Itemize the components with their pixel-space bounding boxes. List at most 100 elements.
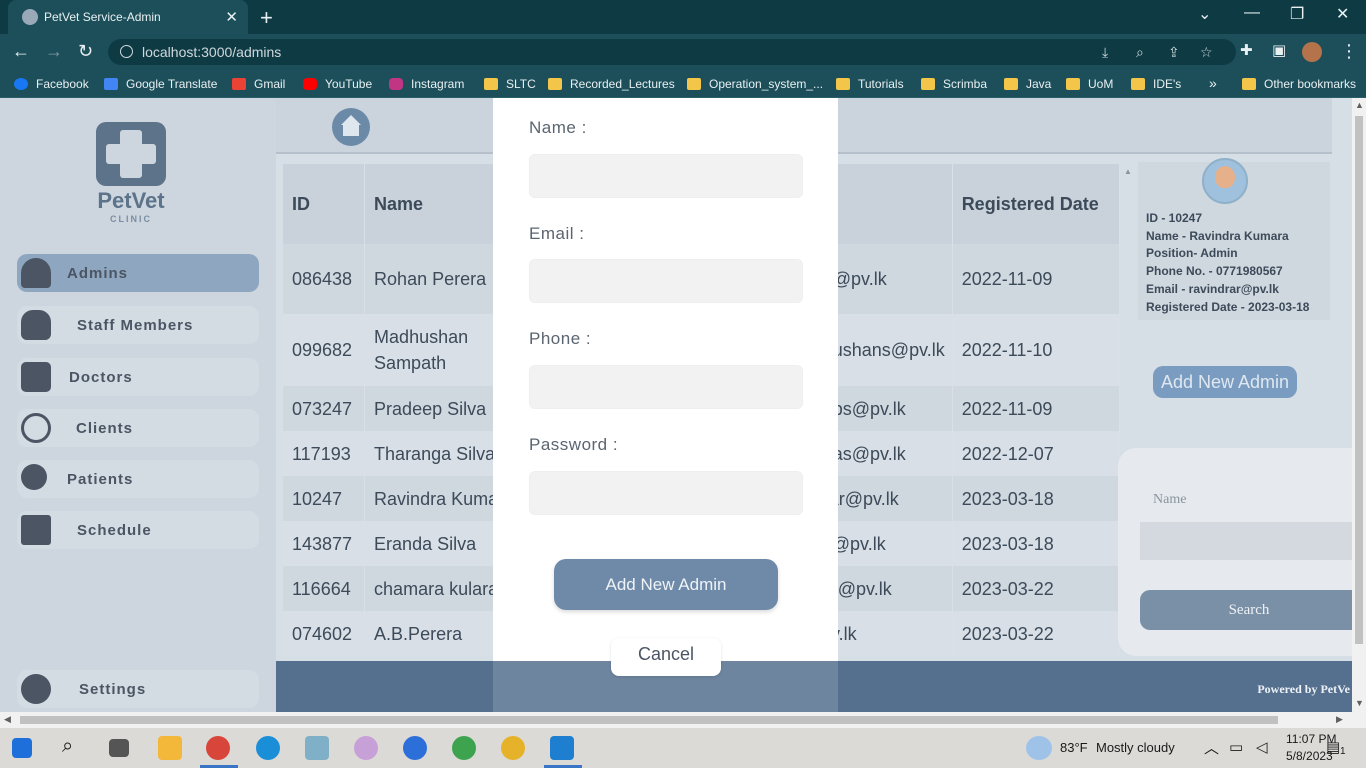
scrollbar-thumb[interactable] [20, 716, 1278, 724]
close-window-icon[interactable]: ✕ [1336, 4, 1349, 24]
scroll-left-icon[interactable]: ◀ [4, 714, 11, 725]
page-horizontal-scrollbar[interactable]: ◀ ▶ [0, 712, 1366, 728]
email-field[interactable] [529, 259, 803, 303]
sidebar-item-staff-members[interactable]: Staff Members [17, 306, 259, 344]
side-panel-icon[interactable]: ▣ [1272, 41, 1286, 59]
scroll-right-icon[interactable]: ▶ [1336, 714, 1343, 725]
restore-icon[interactable]: ❐ [1290, 4, 1304, 24]
bookmark-youtube[interactable]: YouTube [303, 77, 372, 91]
sidebar-item-admins[interactable]: Admins [17, 254, 259, 292]
sidebar-item-patients[interactable]: Patients [17, 460, 259, 498]
bookmark-java[interactable]: Java [1004, 77, 1051, 91]
bookmark-ides[interactable]: IDE's [1131, 77, 1181, 91]
phone-field[interactable] [529, 365, 803, 409]
sidebar-item-schedule[interactable]: Schedule [17, 511, 259, 549]
edge-icon[interactable] [256, 736, 280, 760]
page-vertical-scrollbar[interactable]: ▲ ▼ [1352, 98, 1366, 712]
bookmark-recorded-lectures[interactable]: Recorded_Lectures [548, 77, 675, 91]
cancel-button[interactable]: Cancel [611, 638, 721, 676]
browser-menu-icon[interactable]: ⋮ [1340, 41, 1358, 62]
cell-date: 2023-03-22 [952, 611, 1121, 656]
sidebar-item-label: Schedule [77, 521, 152, 539]
bookmark-uom[interactable]: UoM [1066, 77, 1113, 91]
windows-start-icon[interactable] [12, 738, 32, 758]
browser-tab[interactable]: PetVet Service-Admin ✕ [8, 0, 248, 34]
share-icon[interactable]: ⇪ [1168, 44, 1180, 61]
add-new-admin-button[interactable]: Add New Admin [1153, 366, 1297, 398]
react-favicon-icon [22, 9, 38, 25]
sidebar-item-label: Patients [67, 470, 134, 488]
sidebar-item-clients[interactable]: Clients [17, 409, 259, 447]
scroll-down-icon[interactable]: ▼ [1355, 698, 1364, 708]
weather-description[interactable]: Mostly cloudy [1096, 740, 1175, 755]
bookmark-instagram[interactable]: Instagram [389, 77, 464, 91]
new-tab-icon[interactable]: + [260, 5, 273, 31]
address-bar[interactable]: localhost:3000/admins ⤓ ⌕ ⇪ ☆ [108, 39, 1236, 65]
back-icon[interactable]: ← [12, 41, 30, 62]
bookmark-scrimba[interactable]: Scrimba [921, 77, 987, 91]
extensions-icon[interactable]: ✚ [1240, 41, 1253, 59]
bookmark-gmail[interactable]: Gmail [232, 77, 285, 91]
chrome-profile-icon[interactable] [206, 736, 230, 760]
chrome-alt-icon[interactable] [452, 736, 476, 760]
search-button[interactable]: Search [1140, 590, 1358, 630]
cell-date: 2023-03-22 [952, 566, 1121, 611]
tray-chevron-icon[interactable]: ︿ [1204, 737, 1219, 758]
chrome-icon[interactable] [501, 736, 525, 760]
reload-icon[interactable]: ↻ [78, 41, 93, 62]
medical-kit-icon [21, 362, 51, 392]
bookmark-other[interactable]: Other bookmarks [1242, 77, 1356, 91]
vscode-icon[interactable] [550, 736, 574, 760]
bookmarks-bar: Facebook Google Translate Gmail YouTube … [0, 70, 1366, 98]
bookmark-facebook[interactable]: Facebook [14, 77, 89, 91]
notification-icon[interactable]: ▤ [1326, 738, 1340, 756]
task-view-icon[interactable] [109, 739, 129, 757]
search-name-input[interactable] [1140, 522, 1358, 560]
snipping-tool-icon[interactable] [354, 736, 378, 760]
weather-temperature[interactable]: 83°F [1060, 740, 1088, 755]
bookmark-google-translate[interactable]: Google Translate [104, 77, 217, 91]
site-info-icon[interactable] [120, 45, 133, 58]
file-explorer-icon[interactable] [158, 736, 182, 760]
install-app-icon[interactable]: ⤓ [1102, 44, 1108, 61]
weather-cloud-icon[interactable] [1026, 736, 1052, 760]
tab-search-chevron-icon[interactable]: ⌄ [1198, 4, 1211, 24]
sidebar-item-settings[interactable]: Settings [17, 670, 259, 708]
scroll-up-icon[interactable]: ▲ [1355, 100, 1364, 110]
zoom-app-icon[interactable] [403, 736, 427, 760]
bookmark-tutorials[interactable]: Tutorials [836, 77, 904, 91]
email-label: Email : [529, 224, 585, 243]
column-header-id: ID [283, 164, 366, 244]
bookmarks-overflow-icon[interactable]: » [1209, 75, 1217, 91]
home-icon[interactable] [332, 108, 370, 146]
password-field[interactable] [529, 471, 803, 515]
profile-position: Position- Admin [1146, 246, 1238, 261]
search-icon[interactable]: ⌕ [62, 735, 73, 758]
sidebar-item-label: Doctors [69, 368, 133, 386]
sidebar-item-label: Admins [67, 264, 129, 282]
notification-count: 1 [1340, 746, 1346, 757]
name-field[interactable] [529, 154, 803, 198]
sidebar-item-label: Settings [79, 680, 147, 698]
bookmark-star-icon[interactable]: ☆ [1200, 44, 1213, 61]
bookmark-sltc[interactable]: SLTC [484, 77, 536, 91]
gear-icon [21, 674, 51, 704]
bookmark-operation-system[interactable]: Operation_system_... [687, 77, 823, 91]
cell-id: 116664 [283, 566, 366, 611]
notepad-icon[interactable] [305, 736, 329, 760]
cell-date: 2022-12-07 [952, 431, 1121, 476]
network-icon[interactable]: ▭ [1229, 738, 1243, 756]
minimize-icon[interactable]: — [1244, 4, 1260, 22]
forward-icon[interactable]: → [45, 41, 63, 62]
scroll-up-arrow-icon[interactable]: ▲ [1124, 167, 1132, 176]
modal-add-new-admin-button[interactable]: Add New Admin [554, 559, 778, 610]
volume-icon[interactable]: ◁ [1256, 738, 1268, 756]
search-button-label: Search [1228, 602, 1270, 618]
sidebar-item-doctors[interactable]: Doctors [17, 358, 259, 396]
cell-id: 143877 [283, 521, 366, 566]
profile-avatar-icon[interactable] [1302, 42, 1322, 62]
tab-close-icon[interactable]: ✕ [225, 8, 238, 26]
scrollbar-thumb[interactable] [1355, 116, 1363, 644]
cell-id: 073247 [283, 386, 366, 431]
zoom-icon[interactable]: ⌕ [1136, 44, 1144, 61]
